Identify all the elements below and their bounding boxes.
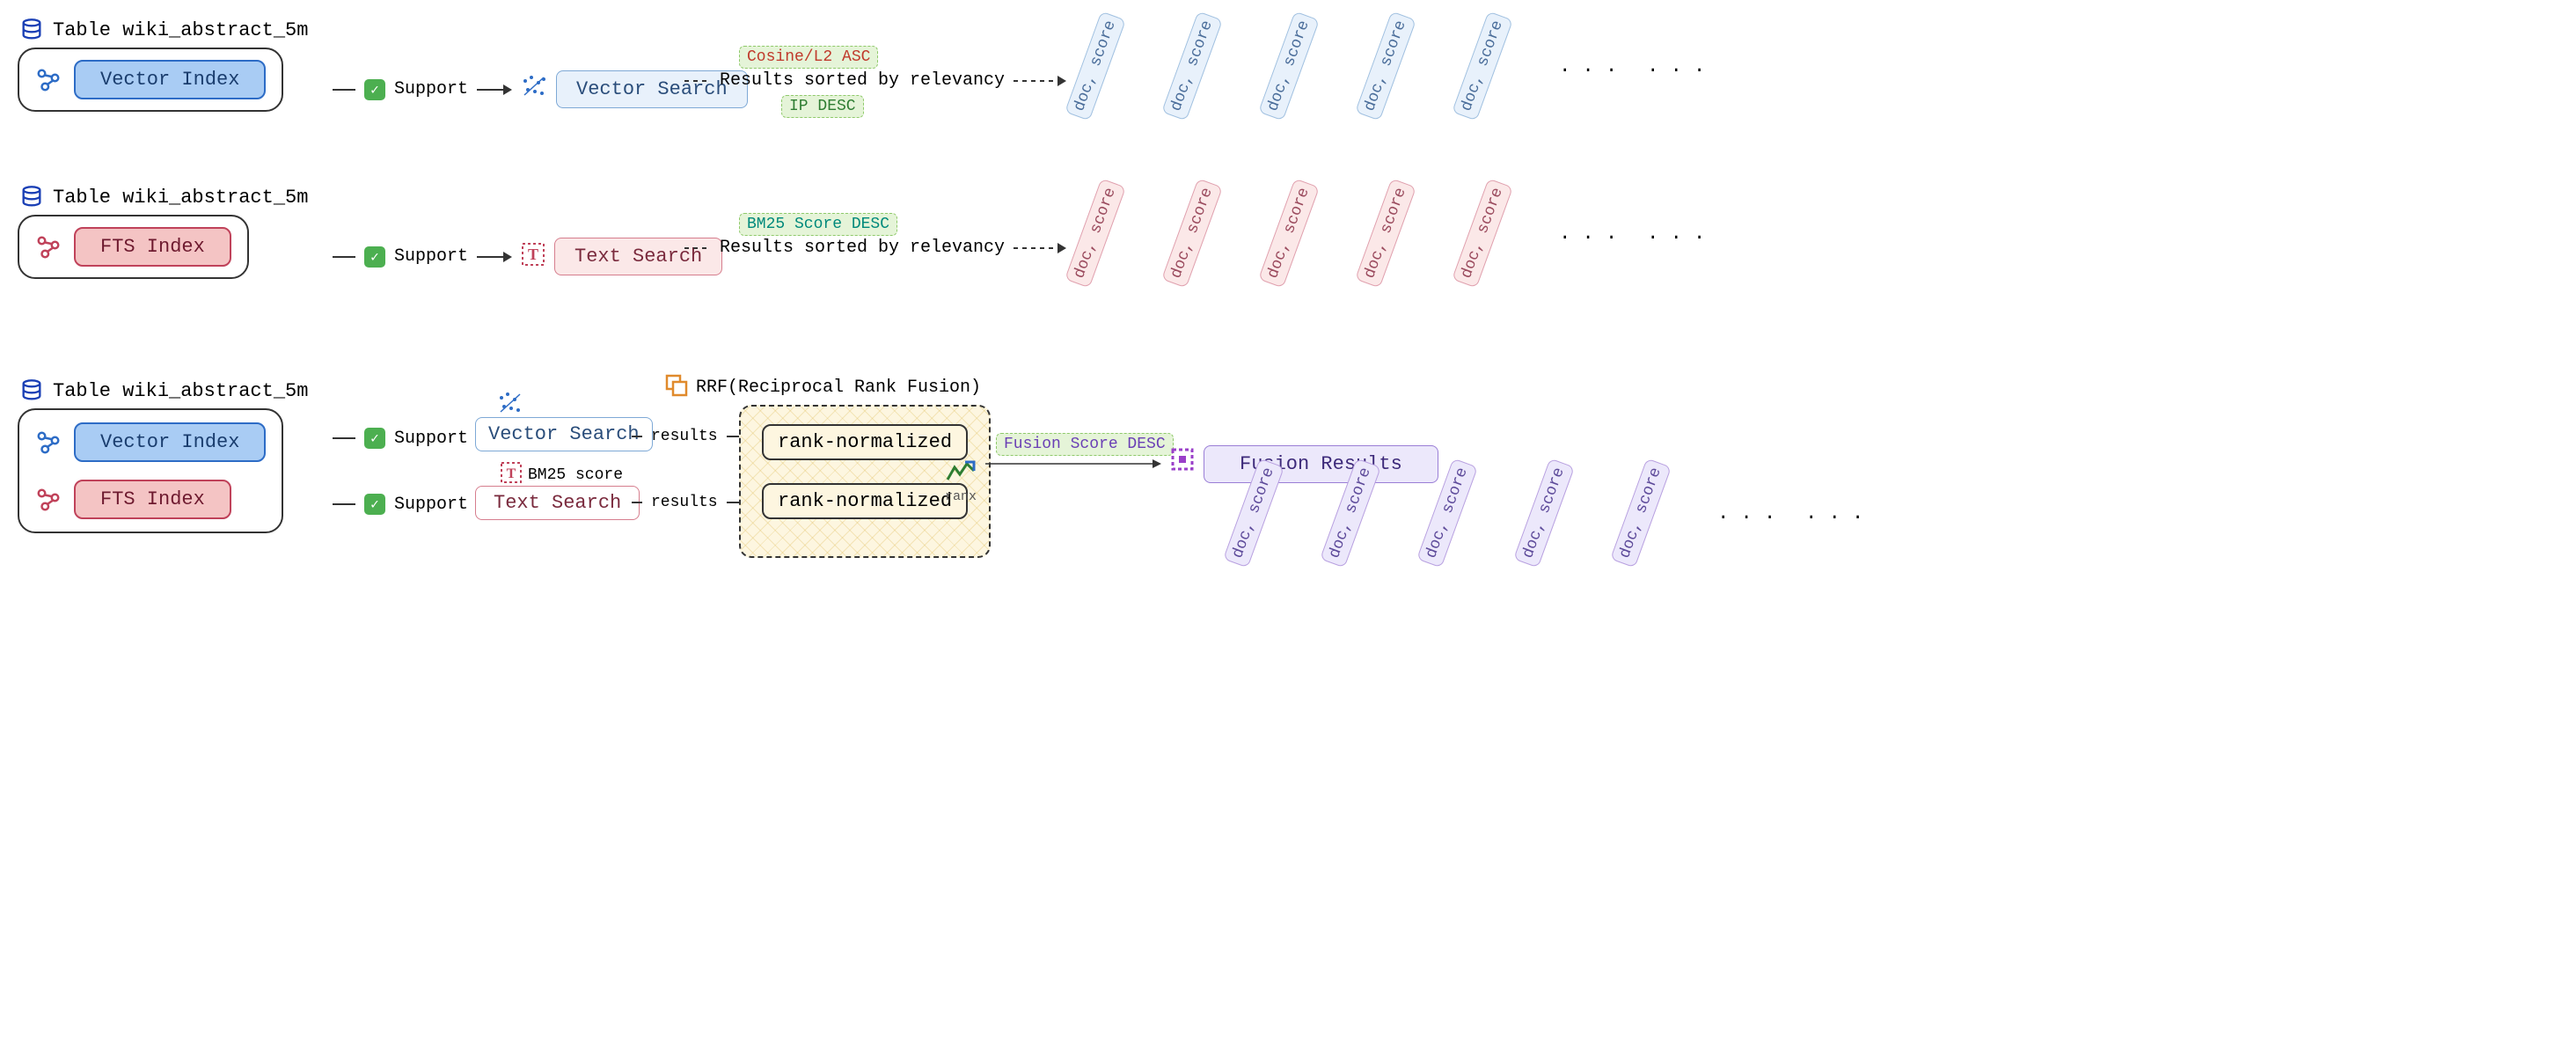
vector-search-box-2: Vector Search <box>475 417 653 451</box>
rank-normalized-b: rank-normalized <box>762 483 968 519</box>
doc-card: doc, score <box>1223 458 1284 568</box>
support-label-1: Support <box>394 79 468 99</box>
fusion-score-tag: Fusion Score DESC <box>996 433 1174 456</box>
arrow-icon <box>477 84 512 96</box>
arrow-icon <box>477 251 512 263</box>
ellipsis: . . . <box>1805 502 1863 524</box>
check-icon: ✓ <box>364 246 385 268</box>
text-search-box-2: Text Search <box>475 486 640 520</box>
text-t-icon: T <box>500 461 523 488</box>
line-connector <box>632 496 642 509</box>
table-box-fts: FTS Index <box>18 215 249 279</box>
doc-card: doc, score <box>1161 11 1223 121</box>
ellipsis: . . . <box>1559 223 1617 245</box>
bm25-score-label: BM25 score <box>528 466 623 484</box>
fts-index-pill: FTS Index <box>74 227 231 267</box>
line-connector <box>333 498 355 510</box>
check-icon: ✓ <box>364 494 385 515</box>
ip-tag: IP DESC <box>781 95 864 118</box>
rank-normalized-a: rank-normalized <box>762 424 968 460</box>
arrow-long <box>985 458 1161 470</box>
dashed-line <box>684 242 711 254</box>
table-name-3: Table wiki_abstract_5m <box>53 380 308 402</box>
bm25-tag: BM25 Score DESC <box>739 213 897 236</box>
ranx-logo: ranx <box>945 458 977 504</box>
graph-icon <box>35 67 62 93</box>
support-label-3b: Support <box>394 495 468 515</box>
database-icon <box>19 185 44 209</box>
doc-card: doc, score <box>1258 11 1320 121</box>
results-label-b: results <box>651 494 718 511</box>
table-box-vector: Vector Index <box>18 48 283 112</box>
cosine-tag: Cosine/L2 ASC <box>739 46 878 69</box>
support-label-3a: Support <box>394 429 468 449</box>
doc-card: doc, score <box>1258 179 1320 289</box>
graph-icon <box>35 429 62 456</box>
support-label-2: Support <box>394 246 468 267</box>
svg-text:T: T <box>507 466 516 481</box>
dashed-line <box>684 75 711 87</box>
ellipsis: . . . <box>1717 502 1775 524</box>
doc-card: doc, score <box>1065 179 1126 289</box>
table-name-2: Table wiki_abstract_5m <box>53 187 308 209</box>
graph-icon <box>35 487 62 513</box>
doc-card: doc, score <box>1513 458 1575 568</box>
results-sorted-1: Results sorted by relevancy <box>720 70 1005 91</box>
dashed-square-icon <box>1170 447 1195 476</box>
ellipsis: . . . <box>1559 55 1617 77</box>
vector-index-pill: Vector Index <box>74 60 266 99</box>
doc-card: doc, score <box>1452 11 1513 121</box>
check-icon: ✓ <box>364 79 385 100</box>
ellipsis: . . . <box>1647 223 1705 245</box>
results-label-a: results <box>651 428 718 445</box>
svg-text:T: T <box>528 246 538 263</box>
doc-card: doc, score <box>1416 458 1478 568</box>
doc-card: doc, score <box>1355 11 1416 121</box>
doc-card: doc, score <box>1452 179 1513 289</box>
fts-index-pill-2: FTS Index <box>74 480 231 519</box>
database-icon <box>19 378 44 403</box>
table-box-combined: Vector Index FTS Index <box>18 408 283 533</box>
doc-card: doc, score <box>1065 11 1126 121</box>
ellipsis: . . . <box>1647 55 1705 77</box>
rrf-title: RRF(Reciprocal Rank Fusion) <box>696 378 981 398</box>
scatter-icon <box>521 74 547 105</box>
database-icon <box>19 18 44 42</box>
results-sorted-2: Results sorted by relevancy <box>720 238 1005 258</box>
line-connector <box>333 432 355 444</box>
group-icon <box>664 373 689 402</box>
doc-card: doc, score <box>1320 458 1381 568</box>
text-t-icon: T <box>521 242 545 271</box>
doc-card: doc, score <box>1161 179 1223 289</box>
check-icon: ✓ <box>364 428 385 449</box>
table-header-3: Table wiki_abstract_5m <box>19 378 2558 403</box>
table-name-1: Table wiki_abstract_5m <box>53 19 308 41</box>
vector-index-pill-2: Vector Index <box>74 422 266 462</box>
rrf-box: rank-normalized rank-normalized ranx <box>739 405 991 558</box>
doc-card: doc, score <box>1355 179 1416 289</box>
line-connector <box>632 430 642 443</box>
doc-card: doc, score <box>1610 458 1672 568</box>
line-connector <box>333 84 355 96</box>
graph-icon <box>35 234 62 260</box>
line-connector <box>333 251 355 263</box>
